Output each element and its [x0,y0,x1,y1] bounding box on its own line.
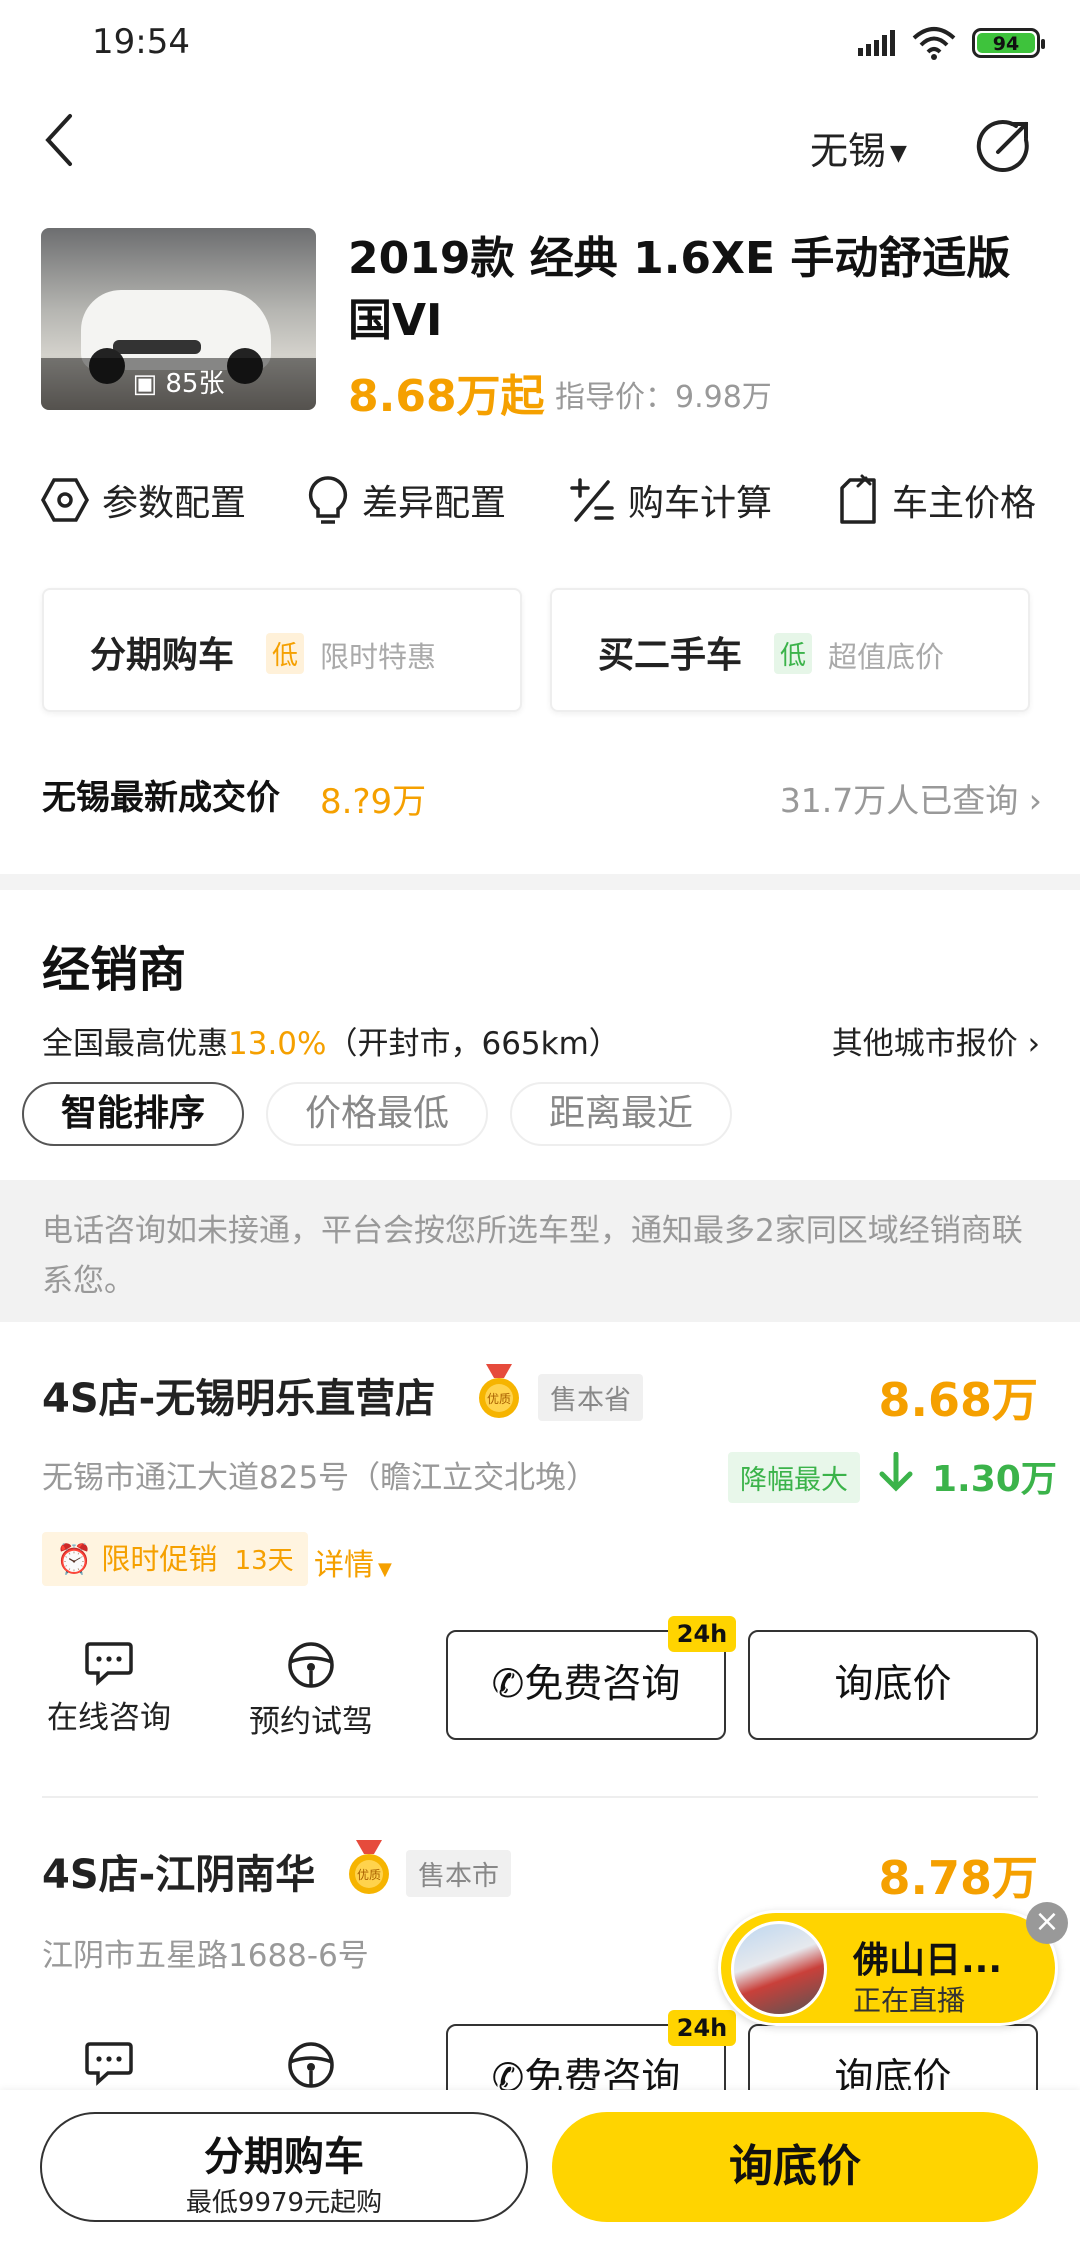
ask-lowest-price-button[interactable]: 询底价 [748,1630,1038,1740]
online-consult-button[interactable] [42,2040,176,2092]
section-divider [0,874,1080,890]
24h-badge: 24h [668,1616,736,1652]
signal-icon [858,30,895,56]
hexagon-icon [41,478,89,522]
chevron-right-icon: › [1027,1026,1040,1062]
max-discount: 全国最高优惠13.0%（开封市，665km） [42,1026,620,1062]
card-subtitle: 限时特惠 [320,640,437,674]
promo-detail-link[interactable]: 详情 ▼ [314,1540,392,1584]
limited-promo-badge: ⏰ 限时促销 13天 [42,1532,308,1586]
steering-wheel-icon [288,1642,334,1688]
tag-icon [840,474,876,524]
bottom-action-bar: 分期购车 最低9979元起购 询底价 [0,2090,1080,2244]
chevron-right-icon: › [1028,781,1042,820]
battery-level: 94 [977,33,1035,55]
test-drive-button[interactable] [244,2040,378,2096]
photo-count: 85张 [165,369,225,399]
card-used-car[interactable]: 买二手车 低 超值底价 [550,588,1030,712]
ask-price-button[interactable]: 询底价 [552,2112,1038,2222]
low-tag: 低 [266,633,305,674]
svg-text:优质: 优质 [357,1868,381,1882]
battery-icon: 94 [972,28,1045,58]
installment-sub: 最低9979元起购 [185,2188,383,2218]
car-photo[interactable]: ▣ 85张 [41,228,316,410]
deal-value: 8.?9万 [320,782,427,822]
live-status: 正在直播 [853,1984,966,2017]
installment-button[interactable]: 分期购车 最低9979元起购 [40,2112,528,2222]
status-bar: 19:54 94 [0,0,1080,90]
deal-label: 无锡最新成交价 [42,778,280,818]
status-time: 19:54 [92,22,190,62]
sort-smart[interactable]: 智能排序 [22,1082,244,1146]
dealers-title: 经销商 [42,942,187,998]
image-icon: ▣ [132,369,158,399]
car-price: 8.68万起 [348,371,545,422]
sort-price-lowest[interactable]: 价格最低 [266,1082,488,1146]
deal-queries: 31.7万人已查询 › [779,781,1042,820]
card-title: 买二手车 [598,635,743,676]
quality-medal-icon: 优质 [349,1840,389,1894]
caret-down-icon: ▼ [378,1559,392,1580]
card-title: 分期购车 [90,635,235,676]
guide-price: 指导价：9.98万 [555,380,772,415]
dealer-price: 8.78万 [878,1851,1039,1905]
online-consult-button[interactable]: 在线咨询 [42,1640,176,1737]
biggest-drop-tag: 降幅最大 [728,1452,860,1503]
sort-distance-nearest[interactable]: 距离最近 [510,1082,732,1146]
dealer-name[interactable]: 4S店-江阴南华 [42,1842,315,1900]
wifi-icon [912,27,956,60]
back-button[interactable] [40,110,100,180]
close-icon[interactable]: × [1026,1902,1068,1944]
dealer-price: 8.68万 [878,1373,1039,1427]
latest-deal-row[interactable]: 无锡最新成交价 8.?9万 31.7万人已查询 › [42,770,1042,830]
installment-label: 分期购车 [204,2134,364,2180]
quick-link-diff[interactable]: 差异配置 [306,470,506,530]
quality-medal-icon: 优质 [479,1364,519,1418]
quick-link-params[interactable]: 参数配置 [40,470,246,530]
dealer-divider [42,1796,1038,1798]
calculator-icon [570,478,614,522]
chat-bubble-icon [85,1642,133,1686]
back-arrow-icon [45,114,72,166]
steering-wheel-icon [288,2042,334,2088]
car-model-title: 2019款 经典 1.6XE 手动舒适版 国VI [348,233,1011,346]
city-label: 无锡 [810,129,887,173]
card-subtitle: 超值底价 [828,640,945,674]
dealer-address: 无锡市通江大道825号（瞻江立交北堍） [42,1460,598,1496]
test-drive-button[interactable]: 预约试驾 [244,1640,378,1741]
bulb-icon [308,476,348,524]
quick-link-calculator[interactable]: 购车计算 [568,470,772,530]
quick-link-label: 差异配置 [362,483,507,524]
dealer-name[interactable]: 4S店-无锡明乐直营店 [42,1366,435,1424]
quick-link-label: 车主价格 [892,483,1037,524]
24h-badge: 24h [668,2010,736,2046]
other-city-prices-link[interactable]: 其他城市报价 › [832,1018,1040,1063]
quick-link-label: 参数配置 [102,483,247,524]
chat-bubble-icon [85,2042,133,2086]
live-name: 佛山日... [853,1940,1003,1981]
dealer-address: 江阴市五星路1688-6号 [42,1938,369,1974]
phone-icon: ✆ [491,1662,525,1707]
sell-region-tag: 售本市 [406,1850,511,1897]
alarm-clock-icon: ⏰ [56,1542,93,1576]
city-selector[interactable]: 无锡 ▼ [810,120,907,175]
low-tag: 低 [774,633,813,674]
quick-link-label: 购车计算 [628,483,773,524]
card-installment[interactable]: 分期购车 低 限时特惠 [42,588,522,712]
share-icon [976,120,1029,173]
arrow-down-icon [879,1452,913,1492]
quick-link-owner-price[interactable]: 车主价格 [836,470,1036,530]
sell-region-tag: 售本省 [538,1374,643,1421]
live-stream-bubble[interactable]: 佛山日... 正在直播 [718,1910,1058,2026]
price-drop-value: 1.30万 [932,1459,1057,1500]
call-notice: 电话咨询如未接通，平台会按您所选车型，通知最多2家同区域经销商联系您。 [0,1180,1080,1322]
caret-down-icon: ▼ [890,141,907,166]
photo-count-badge: ▣ 85张 [41,358,316,410]
svg-text:优质: 优质 [487,1392,511,1406]
live-avatar [731,1921,827,2017]
share-button[interactable] [976,118,1032,178]
